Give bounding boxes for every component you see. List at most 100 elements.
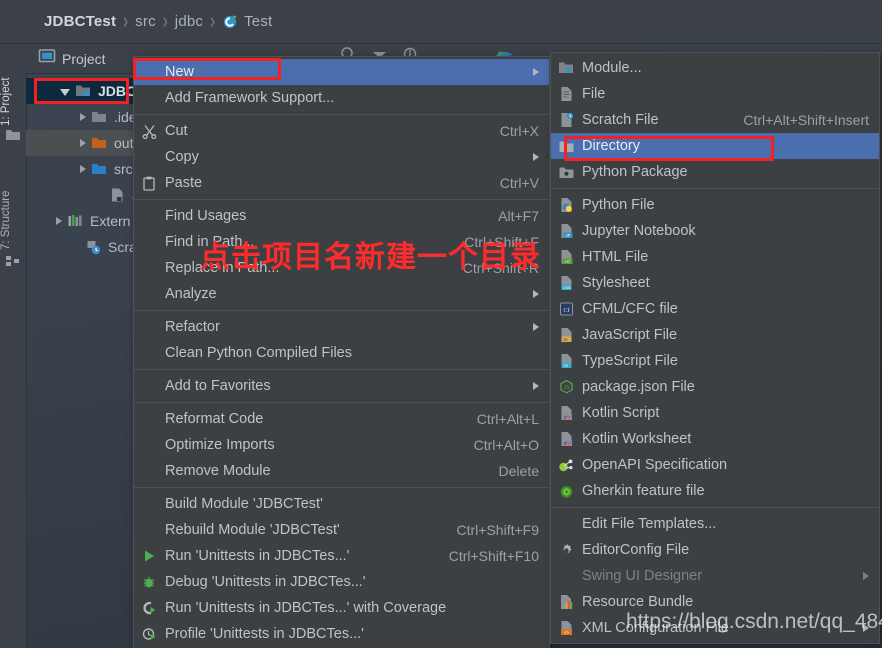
menu-item-paste[interactable]: Paste Ctrl+V <box>134 170 549 196</box>
menu-separator <box>134 114 549 115</box>
submenu-item-typescript-file[interactable]: TS TypeScript File <box>551 348 879 374</box>
menu-item-run-unittests[interactable]: Run 'Unittests in JDBCTes...' Ctrl+Shift… <box>134 543 549 569</box>
menu-item-rebuild-module[interactable]: Rebuild Module 'JDBCTest' Ctrl+Shift+F9 <box>134 517 549 543</box>
submenu-item-label: OpenAPI Specification <box>582 457 728 473</box>
menu-item-cut[interactable]: Cut Ctrl+X <box>134 118 549 144</box>
submenu-item-scratch-file[interactable]: Scratch File Ctrl+Alt+Shift+Insert <box>551 107 879 133</box>
submenu-item-stylesheet[interactable]: CSS Stylesheet <box>551 270 879 296</box>
directory-icon <box>557 138 575 155</box>
submenu-item-label: HTML File <box>582 249 649 265</box>
resource-bundle-icon <box>557 594 575 611</box>
blank-icon <box>140 345 158 362</box>
submenu-item-python-package[interactable]: Python Package <box>551 159 879 185</box>
chevron-right-icon[interactable] <box>80 165 86 173</box>
breadcrumb-item-jdbc[interactable]: jdbc <box>175 13 203 30</box>
breadcrumb-item-src[interactable]: src <box>135 13 156 30</box>
menu-item-run-with-coverage[interactable]: Run 'Unittests in JDBCTes...' with Cover… <box>134 595 549 621</box>
submenu-item-swing-ui-designer[interactable]: Swing UI Designer <box>551 563 879 589</box>
submenu-item-gherkin-feature-file[interactable]: Gherkin feature file <box>551 478 879 504</box>
run-icon <box>140 548 158 565</box>
submenu-item-file[interactable]: File <box>551 81 879 107</box>
submenu-arrow-icon <box>863 572 869 580</box>
chevron-right-icon[interactable] <box>56 217 62 225</box>
menu-item-clean-python-compiled-files[interactable]: Clean Python Compiled Files <box>134 340 549 366</box>
menu-item-shortcut: Ctrl+Alt+O <box>473 437 539 453</box>
menu-separator <box>134 199 549 200</box>
menu-item-new[interactable]: New <box>134 59 549 85</box>
submenu-item-directory[interactable]: Directory <box>551 133 879 159</box>
menu-item-debug-unittests[interactable]: Debug 'Unittests in JDBCTes...' <box>134 569 549 595</box>
menu-item-reformat-code[interactable]: Reformat Code Ctrl+Alt+L <box>134 406 549 432</box>
scratches-icon <box>85 239 102 255</box>
svg-text:JP: JP <box>565 233 570 238</box>
breadcrumb-separator: › <box>123 9 129 34</box>
menu-item-label: Optimize Imports <box>165 437 275 453</box>
submenu-item-javascript-file[interactable]: JS JavaScript File <box>551 322 879 348</box>
submenu-item-kotlin-script[interactable]: Kotlin Script <box>551 400 879 426</box>
gear-icon <box>557 542 575 559</box>
menu-item-copy[interactable]: Copy <box>134 144 549 170</box>
menu-item-build-module[interactable]: Build Module 'JDBCTest' <box>134 491 549 517</box>
breadcrumb-item-project[interactable]: JDBCTest <box>44 13 116 30</box>
menu-item-optimize-imports[interactable]: Optimize Imports Ctrl+Alt+O <box>134 432 549 458</box>
module-icon <box>75 83 92 99</box>
menu-item-remove-module[interactable]: Remove Module Delete <box>134 458 549 484</box>
breadcrumb-item-test[interactable]: Test <box>244 13 272 30</box>
submenu-item-label: Gherkin feature file <box>582 483 705 499</box>
blank-icon <box>140 463 158 480</box>
menu-item-refactor[interactable]: Refactor <box>134 314 549 340</box>
blank-icon <box>140 64 158 81</box>
submenu-arrow-icon <box>533 382 539 390</box>
chevron-right-icon[interactable] <box>80 139 86 147</box>
submenu-item-label: Jupyter Notebook <box>582 223 696 239</box>
submenu-item-editorconfig-file[interactable]: EditorConfig File <box>551 537 879 563</box>
submenu-item-label: Edit File Templates... <box>582 516 717 532</box>
submenu-arrow-icon <box>533 68 539 76</box>
libraries-icon <box>67 213 84 229</box>
context-menu[interactable]: New Add Framework Support... Cut Ctrl+X … <box>133 56 550 648</box>
gherkin-icon <box>557 483 575 500</box>
submenu-item-html-file[interactable]: HT HTML File <box>551 244 879 270</box>
breadcrumb: JDBCTest › src › jdbc › Test <box>0 0 882 44</box>
openapi-icon <box>557 457 575 474</box>
new-submenu[interactable]: Module... File Scratch File Ctrl+Alt+Shi… <box>550 52 880 644</box>
menu-item-add-framework-support[interactable]: Add Framework Support... <box>134 85 549 111</box>
menu-item-shortcut: Ctrl+Shift+F9 <box>456 522 539 538</box>
menu-separator <box>134 369 549 370</box>
submenu-item-label: TypeScript File <box>582 353 678 369</box>
submenu-arrow-icon <box>533 153 539 161</box>
submenu-item-shortcut: Ctrl+Alt+Shift+Insert <box>743 112 869 128</box>
submenu-item-openapi-specification[interactable]: OpenAPI Specification <box>551 452 879 478</box>
project-icon <box>38 48 56 69</box>
menu-item-label: Rebuild Module 'JDBCTest' <box>165 522 340 538</box>
menu-item-shortcut: Ctrl+Alt+L <box>476 411 539 427</box>
submenu-item-label: Scratch File <box>582 112 659 128</box>
submenu-item-edit-file-templates[interactable]: Edit File Templates... <box>551 511 879 537</box>
file-icon <box>557 86 575 103</box>
submenu-item-kotlin-worksheet[interactable]: Kotlin Worksheet <box>551 426 879 452</box>
menu-item-analyze[interactable]: Analyze <box>134 281 549 307</box>
annotation-text: 点击项目名新建一个目录 <box>200 240 541 275</box>
menu-item-label: Reformat Code <box>165 411 264 427</box>
scissors-icon <box>140 123 158 140</box>
submenu-item-jupyter-notebook[interactable]: JP Jupyter Notebook <box>551 218 879 244</box>
blank-icon <box>140 260 158 277</box>
submenu-item-python-file[interactable]: Python File <box>551 192 879 218</box>
menu-item-find-usages[interactable]: Find Usages Alt+F7 <box>134 203 549 229</box>
sidebar-item-project[interactable]: 1: Project <box>0 50 26 130</box>
submenu-item-label: package.json File <box>582 379 695 395</box>
sidebar-item-structure[interactable]: 7: Structure <box>0 156 26 254</box>
tree-node-label: Extern <box>90 213 131 229</box>
ide-window: JDBCTest › src › jdbc › Test 1: Project … <box>0 0 882 648</box>
submenu-separator <box>551 507 879 508</box>
submenu-item-cfml-cfc-file[interactable]: Cf CFML/CFC file <box>551 296 879 322</box>
submenu-arrow-icon <box>533 323 539 331</box>
menu-item-profile-unittests[interactable]: Profile 'Unittests in JDBCTes...' <box>134 621 549 647</box>
chevron-right-icon[interactable] <box>80 113 86 121</box>
submenu-item-package-json-file[interactable]: JS package.json File <box>551 374 879 400</box>
submenu-item-label: Module... <box>582 60 642 76</box>
menu-item-add-to-favorites[interactable]: Add to Favorites <box>134 373 549 399</box>
kotlin-icon <box>557 431 575 448</box>
submenu-item-module[interactable]: Module... <box>551 55 879 81</box>
chevron-down-icon[interactable] <box>60 88 70 96</box>
